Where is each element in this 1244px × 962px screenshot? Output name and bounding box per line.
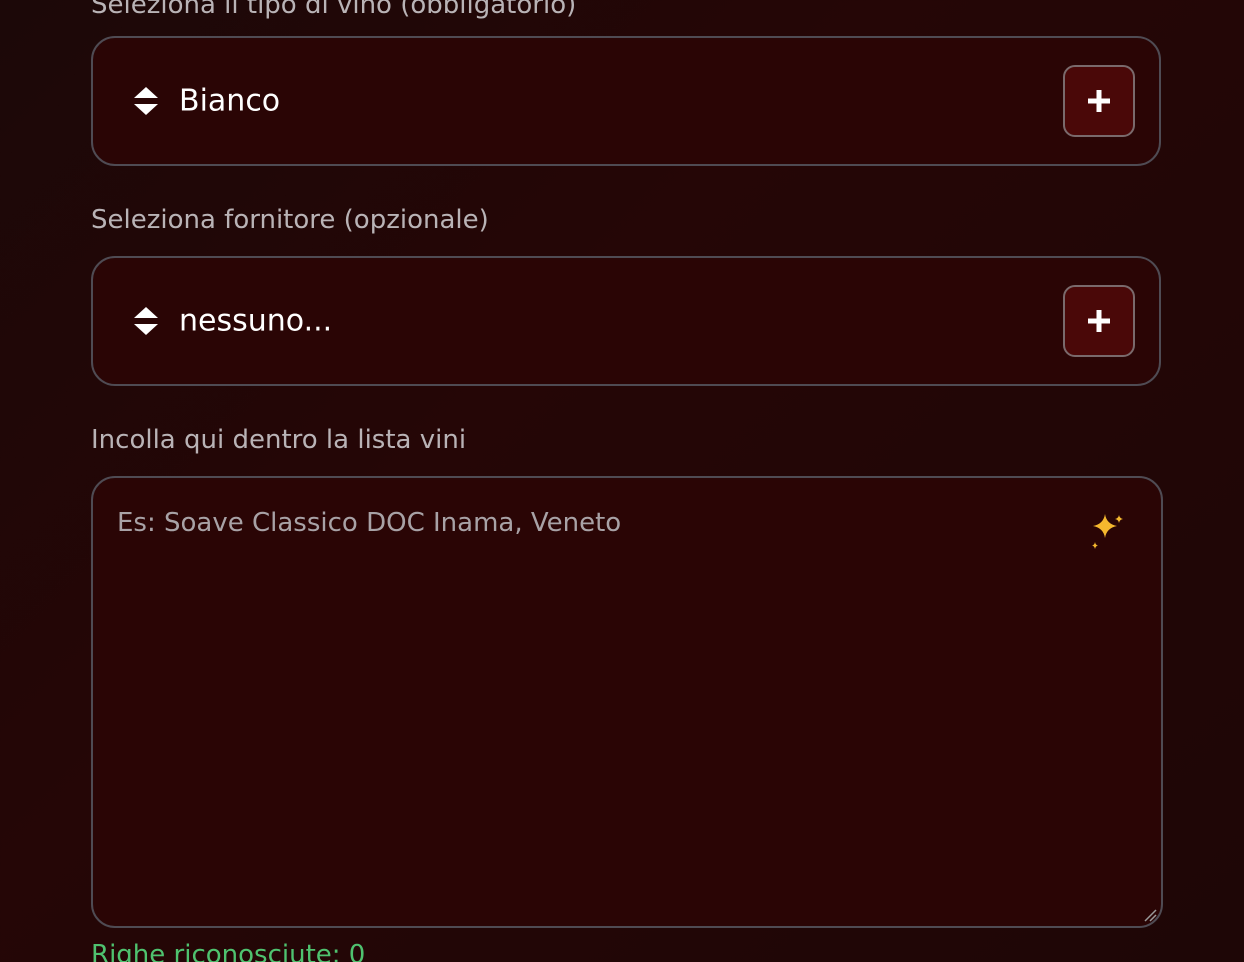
wine-type-select[interactable]: Bianco [91,36,1161,166]
plus-icon [1088,310,1110,332]
wine-type-value: Bianco [179,83,281,119]
supplier-value: nessuno... [179,303,333,339]
wine-type-label: Seleziona il tipo di vino (obbligatorio) [91,0,577,20]
wine-list-textarea[interactable] [93,478,1161,926]
plus-icon [1088,90,1110,112]
wine-list-label: Incolla qui dentro la lista vini [91,425,467,455]
add-wine-type-button[interactable] [1063,65,1135,137]
sort-icon [134,87,158,115]
wine-list-field [91,476,1163,928]
supplier-label: Seleziona fornitore (opzionale) [91,205,489,235]
supplier-select[interactable]: nessuno... [91,256,1161,386]
sparkle-icon[interactable] [1089,510,1125,552]
sort-icon [134,307,158,335]
add-supplier-button[interactable] [1063,285,1135,357]
resize-handle-icon[interactable] [1143,908,1157,922]
recognized-rows-status: Righe riconosciute: 0 [91,940,366,962]
